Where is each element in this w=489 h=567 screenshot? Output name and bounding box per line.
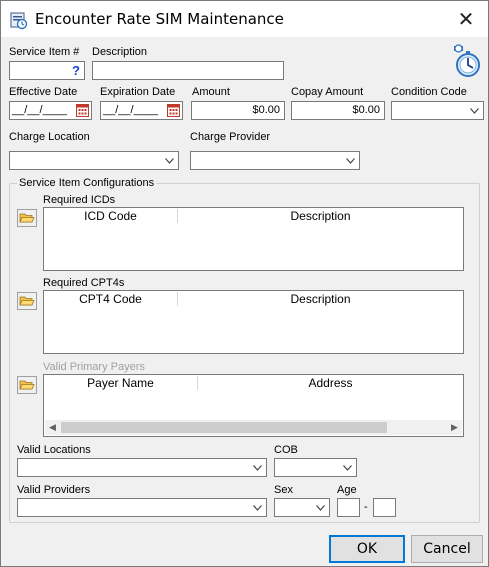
chevron-down-icon[interactable]	[250, 460, 265, 475]
group-title: Service Item Configurations	[17, 177, 157, 189]
condition-code-select[interactable]	[391, 101, 484, 120]
chevron-down-icon[interactable]	[313, 500, 328, 515]
open-folder-icon[interactable]	[17, 209, 37, 227]
open-folder-icon[interactable]	[17, 292, 37, 310]
cob-select[interactable]	[274, 458, 357, 477]
description-input[interactable]	[92, 61, 284, 80]
expiration-date-input[interactable]: __/__/____	[100, 101, 183, 120]
charge-provider-select[interactable]	[190, 151, 360, 170]
required-icds-grid[interactable]: ICD Code Description	[43, 207, 464, 271]
sex-label: Sex	[274, 484, 293, 496]
description-label: Description	[92, 46, 148, 58]
calendar-icon[interactable]	[167, 104, 180, 117]
condition-code-label: Condition Code	[391, 86, 467, 98]
sim-maintenance-icon	[10, 12, 28, 30]
window-title: Encounter Rate SIM Maintenance	[35, 10, 284, 28]
scroll-right-icon[interactable]: ▶	[447, 420, 462, 435]
amount-input[interactable]: $0.00	[191, 101, 285, 120]
column-header-cpt4-code[interactable]: CPT4 Code	[44, 291, 177, 309]
charge-location-label: Charge Location	[9, 131, 90, 143]
copay-amount-label: Copay Amount	[291, 86, 364, 98]
stopwatch-icon[interactable]	[450, 44, 483, 79]
chevron-down-icon[interactable]	[340, 460, 355, 475]
age-range-separator: -	[364, 501, 368, 513]
sex-select[interactable]	[274, 498, 330, 517]
service-item-input[interactable]: ?	[9, 61, 85, 80]
valid-providers-select[interactable]	[17, 498, 267, 517]
chevron-down-icon[interactable]	[250, 500, 265, 515]
service-item-lookup-button[interactable]: ?	[69, 63, 83, 78]
title-bar: Encounter Rate SIM Maintenance ✕	[1, 1, 488, 37]
valid-primary-payers-grid[interactable]: Payer Name Address ◀ ▶	[43, 374, 464, 437]
close-button[interactable]: ✕	[444, 1, 488, 37]
amount-label: Amount	[192, 86, 230, 98]
column-header-payer-name[interactable]: Payer Name	[44, 375, 197, 393]
effective-date-label: Effective Date	[9, 86, 78, 98]
required-icds-label: Required ICDs	[43, 194, 116, 206]
cob-label: COB	[274, 444, 298, 456]
age-to-input[interactable]	[373, 498, 396, 517]
dialog-window: Encounter Rate SIM Maintenance ✕ Service…	[0, 0, 489, 567]
valid-locations-label: Valid Locations	[17, 444, 91, 456]
charge-location-select[interactable]	[9, 151, 179, 170]
required-cpt4s-label: Required CPT4s	[43, 277, 125, 289]
calendar-icon[interactable]	[76, 104, 89, 117]
age-from-input[interactable]	[337, 498, 360, 517]
valid-locations-select[interactable]	[17, 458, 267, 477]
column-header-address[interactable]: Address	[198, 375, 463, 393]
horizontal-scrollbar[interactable]: ◀ ▶	[45, 420, 462, 435]
valid-providers-label: Valid Providers	[17, 484, 91, 496]
close-icon: ✕	[457, 8, 475, 31]
cancel-button[interactable]: Cancel	[411, 535, 483, 563]
effective-date-input[interactable]: __/__/____	[9, 101, 92, 120]
open-folder-icon[interactable]	[17, 376, 37, 394]
required-cpt4s-grid[interactable]: CPT4 Code Description	[43, 290, 464, 354]
column-header-description[interactable]: Description	[178, 291, 463, 309]
copay-amount-input[interactable]: $0.00	[291, 101, 385, 120]
scrollbar-thumb[interactable]	[61, 422, 387, 433]
valid-primary-payers-label: Valid Primary Payers	[43, 361, 145, 373]
charge-provider-label: Charge Provider	[190, 131, 271, 143]
chevron-down-icon[interactable]	[162, 153, 177, 168]
column-header-icd-code[interactable]: ICD Code	[44, 208, 177, 226]
expiration-date-label: Expiration Date	[100, 86, 176, 98]
ok-button[interactable]: OK	[329, 535, 405, 563]
chevron-down-icon[interactable]	[467, 103, 482, 118]
column-header-description[interactable]: Description	[178, 208, 463, 226]
scroll-left-icon[interactable]: ◀	[45, 420, 60, 435]
age-label: Age	[337, 484, 357, 496]
service-item-label: Service Item #	[9, 46, 80, 58]
chevron-down-icon[interactable]	[343, 153, 358, 168]
